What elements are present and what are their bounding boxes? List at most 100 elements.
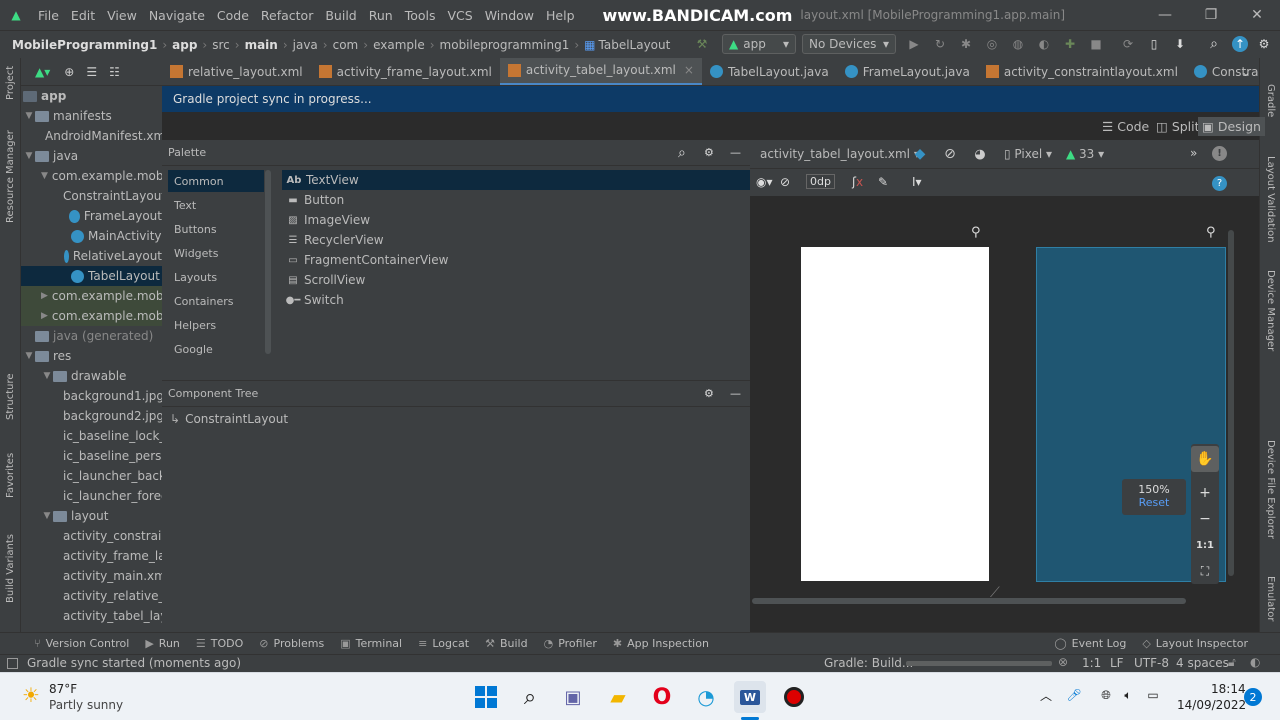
palette-item[interactable]: ●━ Switch [282,290,750,310]
bandicam-icon[interactable] [778,681,810,713]
settings-icon[interactable]: ⚙ [1256,36,1272,52]
palette-item[interactable]: ▨ ImageView [282,210,750,230]
word-icon[interactable]: W [734,681,766,713]
expand-all-icon[interactable]: ☰ [86,65,97,79]
tool-window-layout-inspector[interactable]: ◇ Layout Inspector [1134,637,1256,650]
weather-icon[interactable]: ☀ [18,682,44,708]
gradle-tool-tab[interactable]: Gradle [1265,84,1276,117]
menu-window[interactable]: Window [479,8,540,23]
device-manager-tool-tab[interactable]: Device Manager [1265,270,1276,351]
project-tool-tab[interactable]: Project [5,66,16,100]
split-mode-button[interactable]: ◫ Split [1152,117,1204,136]
editor-tab[interactable]: activity_tabel_layout.xml × [499,58,702,85]
resize-handle-icon[interactable]: ⟋ [990,585,1000,601]
tree-item[interactable]: FrameLayout [21,206,162,226]
vertical-scrollbar[interactable] [1228,230,1234,576]
palette-category[interactable]: Common [168,170,264,192]
editor-tab[interactable]: activity_frame_layout.xml [311,58,500,85]
minimize-panel-icon[interactable]: — [730,146,741,159]
tree-root[interactable]: app [21,86,162,106]
tool-window-profiler[interactable]: ◔ Profiler [536,637,605,650]
stop-icon[interactable]: ■ [1088,36,1104,52]
help-icon[interactable]: ? [1212,176,1227,191]
component-root-row[interactable]: ↳ ConstraintLayout [162,409,750,429]
tool-window-problems[interactable]: ⊘ Problems [251,637,332,650]
tool-window-build[interactable]: ⚒ Build [477,637,536,650]
infer-constraints-icon[interactable]: ✎ [878,175,888,189]
menu-help[interactable]: Help [540,8,581,23]
caret-position[interactable]: 1:1 [1082,656,1101,670]
update-icon[interactable]: ↑ [1232,36,1248,52]
guidelines-icon[interactable]: I▾ [912,175,922,189]
edge-icon[interactable]: ◔ [690,681,722,713]
design-mode-button[interactable]: ▣ Design [1198,117,1265,136]
tree-item[interactable]: ic_baseline_lock_24.xml [21,426,162,446]
hammer-icon[interactable]: ⚒ [694,36,710,52]
weather-temp[interactable]: 87°F [49,682,77,696]
tree-item[interactable]: AndroidManifest.xml [21,126,162,146]
tree-item[interactable]: activity_main.xml [21,566,162,586]
palette-item[interactable]: ▤ ScrollView [282,270,750,290]
editor-tab[interactable]: FrameLayout.java [837,58,978,85]
memory-icon[interactable]: ◐ [1250,655,1260,669]
tree-item[interactable]: ic_launcher_foreground.xml [21,486,162,506]
battery-icon[interactable]: ▭ [1144,687,1162,703]
close-window-button[interactable]: ✕ [1234,0,1280,30]
collapse-all-icon[interactable]: ☷ [109,65,120,79]
palette-category[interactable]: Helpers [168,314,264,336]
emulator-tool-tab[interactable]: Emulator [1265,576,1276,621]
tree-item[interactable]: ▼ manifests [21,106,162,126]
chevron-up-icon[interactable]: ︿ [1038,687,1054,703]
chevron-right-icon[interactable]: ▶ [41,311,48,321]
zoom-to-fit-icon[interactable]: ⛶ [1191,558,1219,584]
actual-size-button[interactable]: 1:1 [1191,532,1219,558]
search-icon[interactable]: ⌕ [514,681,546,713]
category-scrollbar[interactable] [265,170,271,354]
menu-refactor[interactable]: Refactor [255,8,319,23]
chevron-down-icon[interactable]: ▼ [41,371,53,381]
sync-gradle-icon[interactable]: ⟳ [1120,36,1136,52]
weather-desc[interactable]: Partly sunny [49,698,123,712]
gear-icon[interactable]: ⚙ [704,146,714,159]
status-toggle-icon[interactable] [7,658,18,669]
view-options-icon[interactable]: ◉▾ [756,175,773,189]
tool-window-run[interactable]: ▶ Run [137,637,188,650]
clock-time[interactable]: 18:14 [1211,682,1246,696]
menu-navigate[interactable]: Navigate [143,8,211,23]
windows-start-icon[interactable] [470,681,502,713]
run-icon[interactable]: ▶ [906,36,922,52]
tool-window-event-log[interactable]: ◯ Event Log [1046,637,1134,650]
cancel-process-icon[interactable]: ⊗ [1058,655,1068,669]
minimize-panel-icon[interactable]: — [730,387,741,400]
layers-icon[interactable]: ◆ [910,144,930,164]
breadcrumb-item[interactable]: MobileProgramming1 [9,38,160,52]
pin-icon[interactable]: ⚲ [1206,225,1216,240]
menu-edit[interactable]: Edit [65,8,101,23]
palette-item[interactable]: Ab TextView [282,170,750,190]
tool-window-app-inspection[interactable]: ✱ App Inspection [605,637,717,650]
minimize-button[interactable]: — [1142,0,1188,30]
language-icon[interactable]: 🌐︎ [1098,687,1114,703]
tree-item[interactable]: background1.jpg [21,386,162,406]
editor-tab[interactable]: activity_constraintlayout.xml [978,58,1186,85]
resource-manager-tool-tab[interactable]: Resource Manager [5,130,16,223]
menu-vcs[interactable]: VCS [442,8,479,23]
tool-window-terminal[interactable]: ▣ Terminal [332,637,410,650]
tree-item[interactable]: ▼ java [21,146,162,166]
tree-item[interactable]: activity_tabel_layout.xml [21,606,162,626]
chevron-down-icon[interactable]: ▼ [41,171,48,181]
breadcrumb-item[interactable]: app [169,38,200,52]
zoom-out-button[interactable]: − [1191,506,1219,532]
chevron-down-icon[interactable]: ▼ [23,151,35,161]
palette-category[interactable]: Containers [168,290,264,312]
favorites-tool-tab[interactable]: Favorites [5,453,16,498]
breadcrumb-item[interactable]: example [370,38,428,52]
tree-item[interactable]: ▼ layout [21,506,162,526]
clear-constraints-icon[interactable]: ʃx [852,175,863,189]
palette-item[interactable]: ☰ RecyclerView [282,230,750,250]
breadcrumb-item[interactable]: java [290,38,321,52]
maximize-button[interactable]: ❐ [1188,0,1234,30]
file-encoding[interactable]: UTF-8 [1134,656,1169,670]
layout-validation-tool-tab[interactable]: Layout Validation [1265,156,1276,243]
line-separator[interactable]: LF [1110,656,1124,670]
